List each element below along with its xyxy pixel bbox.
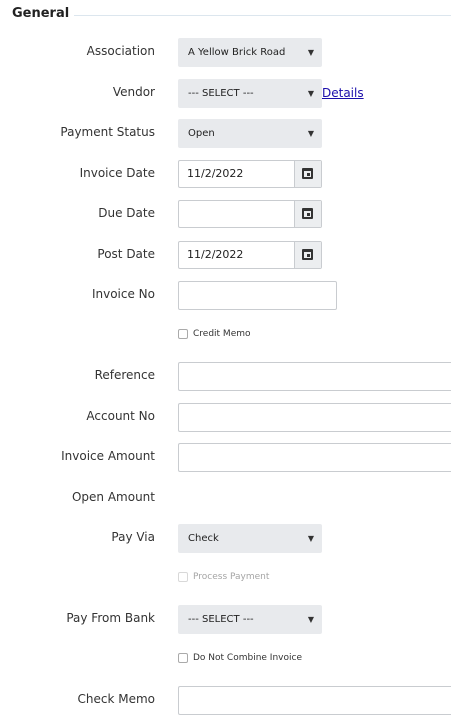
invoice-no-input[interactable]	[178, 281, 337, 310]
account-no-input[interactable]	[178, 403, 451, 432]
invoice-date-label: Invoice Date	[79, 166, 155, 180]
association-select-value: A Yellow Brick Road	[188, 47, 286, 58]
pay-from-bank-select-value: --- SELECT ---	[188, 614, 254, 625]
vendor-details-link[interactable]: Details	[322, 86, 364, 100]
post-date-value: 11/2/2022	[187, 248, 244, 261]
invoice-date-value: 11/2/2022	[187, 167, 244, 180]
chevron-down-icon: ▼	[307, 129, 314, 138]
chevron-down-icon: ▼	[307, 534, 314, 543]
due-date-label: Due Date	[98, 206, 155, 220]
account-no-label: Account No	[86, 409, 155, 423]
post-date-picker-button[interactable]	[294, 242, 321, 268]
reference-label: Reference	[94, 368, 155, 382]
section-divider	[74, 15, 451, 16]
payment-status-select[interactable]: Open ▼	[178, 119, 322, 148]
invoice-no-label: Invoice No	[91, 287, 155, 301]
due-date-picker-button[interactable]	[294, 201, 321, 227]
vendor-select-value: --- SELECT ---	[188, 88, 254, 99]
pay-from-bank-label: Pay From Bank	[66, 611, 155, 625]
check-memo-label: Check Memo	[77, 692, 156, 706]
open-amount-label: Open Amount	[71, 490, 155, 504]
pay-via-select-value: Check	[188, 533, 219, 544]
vendor-select[interactable]: --- SELECT --- ▼	[178, 79, 322, 108]
pay-via-label: Pay Via	[111, 530, 155, 544]
association-select[interactable]: A Yellow Brick Road ▼	[178, 38, 322, 67]
calendar-icon	[302, 208, 313, 219]
checkbox-icon	[178, 329, 188, 339]
invoice-date-field[interactable]: 11/2/2022	[178, 160, 322, 188]
payment-status-select-value: Open	[188, 128, 215, 139]
invoice-date-picker-button[interactable]	[294, 161, 321, 187]
payment-status-label: Payment Status	[60, 125, 155, 139]
invoice-amount-label: Invoice Amount	[61, 449, 155, 463]
calendar-icon	[302, 168, 313, 179]
vendor-label: Vendor	[112, 85, 155, 99]
check-memo-input[interactable]	[178, 686, 451, 715]
credit-memo-label: Credit Memo	[193, 329, 251, 339]
invoice-amount-input[interactable]	[178, 443, 451, 472]
process-payment-label: Process Payment	[193, 572, 270, 582]
chevron-down-icon: ▼	[307, 48, 314, 57]
checkbox-icon	[178, 572, 188, 582]
section-title: General	[12, 6, 70, 21]
do-not-combine-invoice-checkbox[interactable]: Do Not Combine Invoice	[178, 653, 302, 665]
due-date-field[interactable]	[178, 200, 322, 228]
chevron-down-icon: ▼	[307, 615, 314, 624]
process-payment-checkbox[interactable]: Process Payment	[178, 572, 269, 584]
reference-input[interactable]	[178, 362, 451, 391]
post-date-label: Post Date	[97, 247, 155, 261]
post-date-field[interactable]: 11/2/2022	[178, 241, 322, 269]
checkbox-icon	[178, 653, 188, 663]
pay-from-bank-select[interactable]: --- SELECT --- ▼	[178, 605, 322, 634]
credit-memo-checkbox[interactable]: Credit Memo	[178, 329, 251, 341]
chevron-down-icon: ▼	[307, 89, 314, 98]
do-not-combine-invoice-label: Do Not Combine Invoice	[193, 653, 302, 663]
association-label: Association	[86, 44, 155, 58]
pay-via-select[interactable]: Check ▼	[178, 524, 322, 553]
calendar-icon	[302, 249, 313, 260]
